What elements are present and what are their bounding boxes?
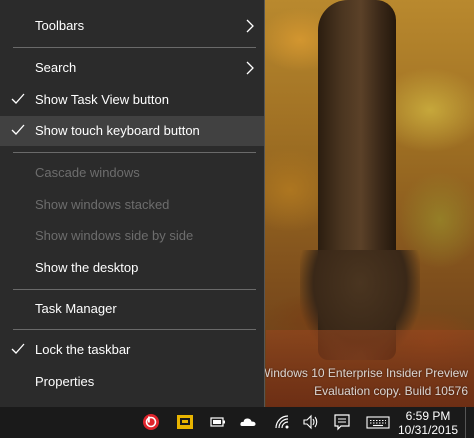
beats-audio-icon[interactable] [142,413,160,431]
wifi-icon[interactable] [273,413,291,431]
onedrive-icon[interactable] [239,413,257,431]
clock-date: 10/31/2015 [398,423,459,437]
show-desktop-button[interactable] [465,407,474,438]
action-center-icon[interactable] [333,413,351,431]
submenu-arrow-icon [246,19,254,33]
menu-item-label: Show Task View button [35,92,169,107]
menu-separator [13,152,256,153]
menu-item-label: Show windows side by side [35,228,194,243]
menu-item-label: Toolbars [35,18,85,33]
volume-icon[interactable] [302,413,320,431]
menu-item-show-windows-stacked[interactable]: Show windows stacked [0,190,264,220]
checkmark-icon [11,343,25,354]
media-icon[interactable] [176,413,194,431]
watermark-line-1: Windows 10 Enterprise Insider Preview [259,366,468,380]
menu-item-show-the-desktop[interactable]: Show the desktop [0,253,264,283]
evaluation-watermark: Windows 10 Enterprise Insider Preview Ev… [259,364,468,400]
menu-item-cascade-windows[interactable]: Cascade windows [0,158,264,188]
menu-item-label: Properties [35,374,95,389]
menu-item-label: Show touch keyboard button [35,123,200,138]
battery-icon[interactable] [209,413,227,431]
menu-item-label: Lock the taskbar [35,342,131,357]
taskbar: 6:59 PM 10/31/2015 [0,407,474,438]
menu-item-lock-the-taskbar[interactable]: Lock the taskbar [0,335,264,365]
menu-item-label: Search [35,60,77,75]
menu-item-show-touch-keyboard-button[interactable]: Show touch keyboard button [0,116,264,146]
taskbar-context-menu: Toolbars Search Show Task View button Sh… [0,0,265,407]
menu-item-properties[interactable]: Properties [0,367,264,397]
menu-separator [13,47,256,48]
menu-separator [13,329,256,330]
submenu-arrow-icon [246,61,254,75]
touch-keyboard-icon[interactable] [366,413,390,431]
menu-separator [13,289,256,290]
checkmark-icon [11,124,25,135]
watermark-line-2: Evaluation copy. Build 10576 [314,384,468,398]
menu-item-label: Task Manager [35,301,117,316]
menu-item-show-task-view-button[interactable]: Show Task View button [0,85,264,115]
system-clock[interactable]: 6:59 PM 10/31/2015 [398,409,458,437]
menu-item-label: Show windows stacked [35,197,170,212]
menu-item-search[interactable]: Search [0,53,264,83]
menu-item-toolbars[interactable]: Toolbars [0,11,264,41]
menu-item-task-manager[interactable]: Task Manager [0,294,264,324]
menu-item-show-windows-side-by-side[interactable]: Show windows side by side [0,221,264,251]
clock-time: 6:59 PM [405,409,451,423]
checkmark-icon [11,93,25,104]
menu-item-label: Show the desktop [35,260,139,275]
menu-item-label: Cascade windows [35,165,140,180]
